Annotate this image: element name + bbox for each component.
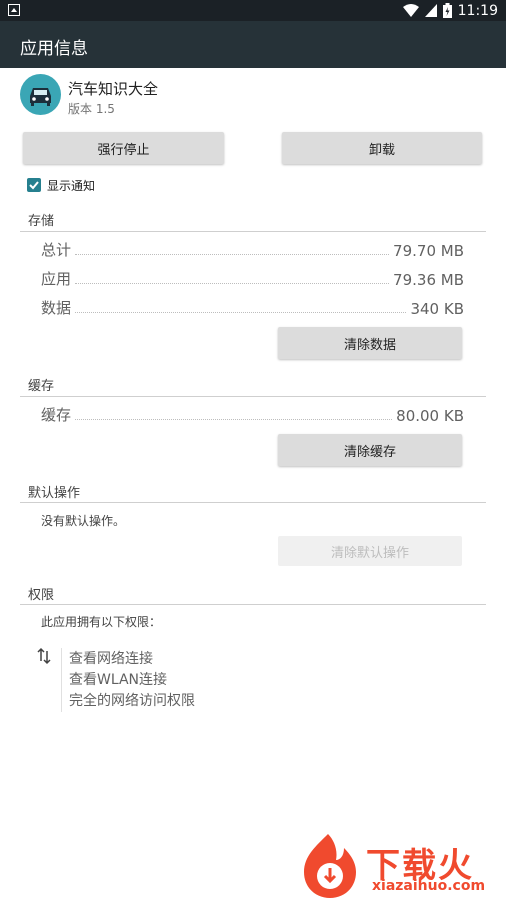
permission-item: 完全的网络访问权限 — [69, 693, 195, 709]
flame-logo-icon — [304, 834, 356, 898]
show-notifications-row[interactable]: 显示通知 — [27, 176, 95, 194]
dotted-leader — [75, 283, 390, 284]
cellular-signal-icon — [424, 4, 437, 17]
cache-section-title: 缓存 — [28, 379, 55, 394]
storage-label: 总计 — [41, 241, 72, 259]
storage-value: 340 KB — [410, 300, 464, 318]
storage-row-total: 总计 79.70 MB — [41, 238, 464, 260]
network-arrows-icon — [37, 647, 51, 665]
storage-row-data: 数据 340 KB — [41, 296, 464, 318]
divider — [20, 502, 486, 503]
storage-label: 数据 — [41, 299, 72, 317]
no-defaults-text: 没有默认操作。 — [41, 514, 126, 528]
permission-item: 查看网络连接 — [69, 651, 153, 667]
uninstall-button[interactable]: 卸载 — [282, 132, 482, 164]
storage-row-app: 应用 79.36 MB — [41, 267, 464, 289]
page-title: 应用信息 — [20, 39, 88, 59]
battery-icon — [442, 3, 452, 18]
dotted-leader — [75, 312, 407, 313]
notification-icon — [8, 4, 20, 16]
force-stop-button[interactable]: 强行停止 — [23, 132, 224, 164]
storage-section-title: 存储 — [28, 214, 55, 229]
clear-defaults-button[interactable]: 清除默认操作 — [278, 536, 462, 566]
show-notifications-label: 显示通知 — [47, 178, 96, 193]
storage-label: 应用 — [41, 270, 72, 288]
checkmark-icon — [29, 181, 39, 190]
permission-group-bar — [61, 648, 62, 712]
clock: 11:19 — [457, 2, 498, 19]
app-version: 版本 1.5 — [68, 102, 115, 116]
action-bar: 应用信息 — [0, 21, 506, 68]
clear-cache-button[interactable]: 清除缓存 — [278, 434, 462, 466]
dotted-leader — [75, 419, 393, 420]
permissions-intro: 此应用拥有以下权限： — [41, 615, 162, 629]
divider — [20, 231, 486, 232]
defaults-section-title: 默认操作 — [28, 486, 81, 501]
storage-value: 79.70 MB — [393, 242, 464, 260]
storage-value: 79.36 MB — [393, 271, 464, 289]
cache-row: 缓存 80.00 KB — [41, 403, 464, 425]
show-notifications-checkbox[interactable] — [27, 178, 41, 192]
status-bar: 11:19 — [0, 0, 506, 21]
divider — [20, 396, 486, 397]
cache-value: 80.00 KB — [396, 407, 464, 425]
cache-label: 缓存 — [41, 406, 72, 424]
clear-data-button[interactable]: 清除数据 — [278, 327, 462, 359]
permission-item: 查看WLAN连接 — [69, 672, 168, 688]
watermark-domain: xiazaihuo.com — [372, 878, 486, 894]
divider — [20, 604, 486, 605]
app-header: 汽车知识大全 版本 1.5 — [20, 74, 480, 118]
permissions-section-title: 权限 — [28, 588, 55, 603]
app-icon — [20, 74, 61, 115]
wifi-icon — [402, 4, 419, 17]
dotted-leader — [75, 254, 390, 255]
permission-list: 查看网络连接 查看WLAN连接 完全的网络访问权限 — [69, 649, 195, 712]
watermark: 下载火 xiazaihuo.com — [298, 832, 506, 900]
app-name: 汽车知识大全 — [68, 80, 159, 98]
car-icon — [30, 88, 51, 106]
